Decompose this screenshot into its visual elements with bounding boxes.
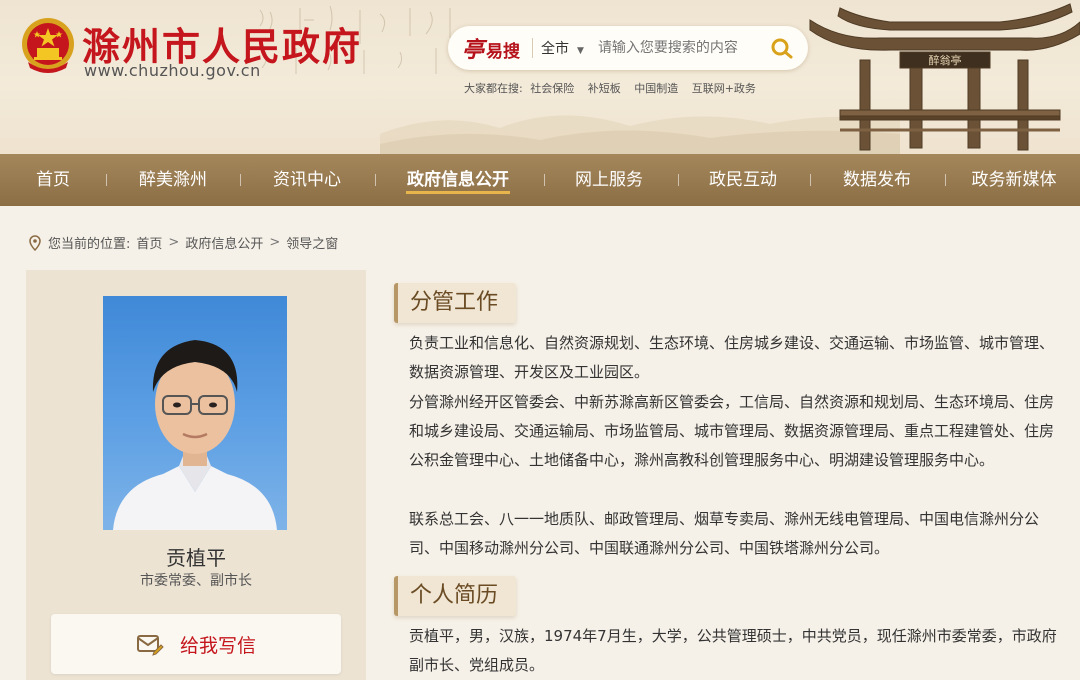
mail-edit-icon [136, 635, 164, 656]
hot-search-term[interactable]: 补短板 [588, 82, 621, 95]
nav-separator [945, 174, 946, 186]
main-nav: 首页 醉美滁州 资讯中心 政府信息公开 网上服务 政民互动 数据发布 政务新媒体 [0, 154, 1080, 206]
hot-search-term[interactable]: 中国制造 [634, 82, 678, 95]
nav-item-news-center[interactable]: 资讯中心 [264, 154, 350, 206]
breadcrumb-separator: > [269, 235, 281, 250]
nav-item-data-release[interactable]: 数据发布 [834, 154, 920, 206]
nav-item-online-services[interactable]: 网上服务 [566, 154, 652, 206]
search-divider [532, 38, 534, 58]
search-input[interactable] [597, 40, 778, 56]
nav-item-gov-info-disclosure[interactable]: 政府信息公开 [406, 154, 510, 206]
nav-separator [678, 174, 679, 186]
site-url: www.chuzhou.gov.cn [84, 61, 261, 80]
breadcrumb: 您当前的位置: 首页 > 政府信息公开 > 领导之窗 [28, 233, 338, 252]
hot-search-row: 大家都在搜: 社会保险 补短板 中国制造 互联网+政务 [464, 80, 766, 96]
hot-search-term[interactable]: 互联网+政务 [692, 82, 756, 95]
nav-item-public-interaction[interactable]: 政民互动 [700, 154, 786, 206]
nav-item-gov-new-media[interactable]: 政务新媒体 [966, 154, 1062, 206]
site-header: 滁州市人民政府 www.chuzhou.gov.cn 亭易搜 全市▼ 大家都在搜… [0, 0, 1080, 154]
breadcrumb-link-home[interactable]: 首页 [136, 233, 162, 252]
pavilion-plaque: 醉翁亭 [929, 53, 962, 67]
nav-separator [810, 174, 811, 186]
nav-separator [106, 174, 107, 186]
write-letter-button[interactable]: 给我写信 [51, 614, 341, 674]
portrait-illustration [113, 340, 277, 530]
nav-separator [240, 174, 241, 186]
search-box: 亭易搜 全市 ▼ [448, 26, 808, 70]
responsibilities-paragraph: 负责工业和信息化、自然资源规划、生态环境、住房城乡建设、交通运输、市场监管、城市… [409, 334, 1055, 381]
leader-name: 贡植平 [166, 546, 226, 570]
section-heading-resume: 个人简历 [394, 576, 516, 616]
nav-separator [375, 174, 376, 186]
write-letter-label: 给我写信 [179, 634, 256, 657]
hot-search-term[interactable]: 社会保险 [530, 82, 574, 95]
responsibilities-paragraph: 分管滁州经开区管委会、中新苏滁高新区管委会，工信局、自然资源和规划局、生态环境局… [409, 393, 1055, 469]
leader-photo [103, 296, 287, 530]
breadcrumb-prefix: 您当前的位置: [48, 237, 131, 252]
nav-separator [544, 174, 545, 186]
breadcrumb-current[interactable]: 领导之窗 [286, 233, 338, 252]
nav-item-scenic-chuzhou[interactable]: 醉美滁州 [130, 154, 216, 206]
resume-paragraph: 贡植平，男，汉族，1974年7月生，大学，公共管理硕士，中共党员，现任滁州市委常… [409, 627, 1057, 674]
location-pin-icon [29, 234, 41, 251]
search-logo: 亭易搜 [462, 37, 521, 63]
pavilion-illustration: 醉翁亭 [809, 3, 1080, 151]
search-scope-select[interactable]: 全市 ▼ [541, 38, 584, 58]
breadcrumb-separator: > [168, 235, 180, 250]
breadcrumb-link-gov-info[interactable]: 政府信息公开 [185, 233, 263, 252]
responsibilities-paragraph: 联系总工会、八一一地质队、邮政管理局、烟草专卖局、滁州无线电管理局、中国电信滁州… [409, 510, 1040, 557]
leader-profile-card: 贡植平 市委常委、副市长 给我写信 [26, 270, 366, 680]
caret-down-icon: ▼ [577, 46, 584, 56]
section-heading-responsibilities: 分管工作 [394, 283, 516, 323]
hot-search-label: 大家都在搜: [464, 82, 523, 95]
nav-item-home[interactable]: 首页 [16, 154, 90, 206]
search-icon[interactable] [770, 37, 794, 59]
national-emblem-icon [22, 18, 74, 73]
leader-position: 市委常委、副市长 [140, 573, 252, 589]
